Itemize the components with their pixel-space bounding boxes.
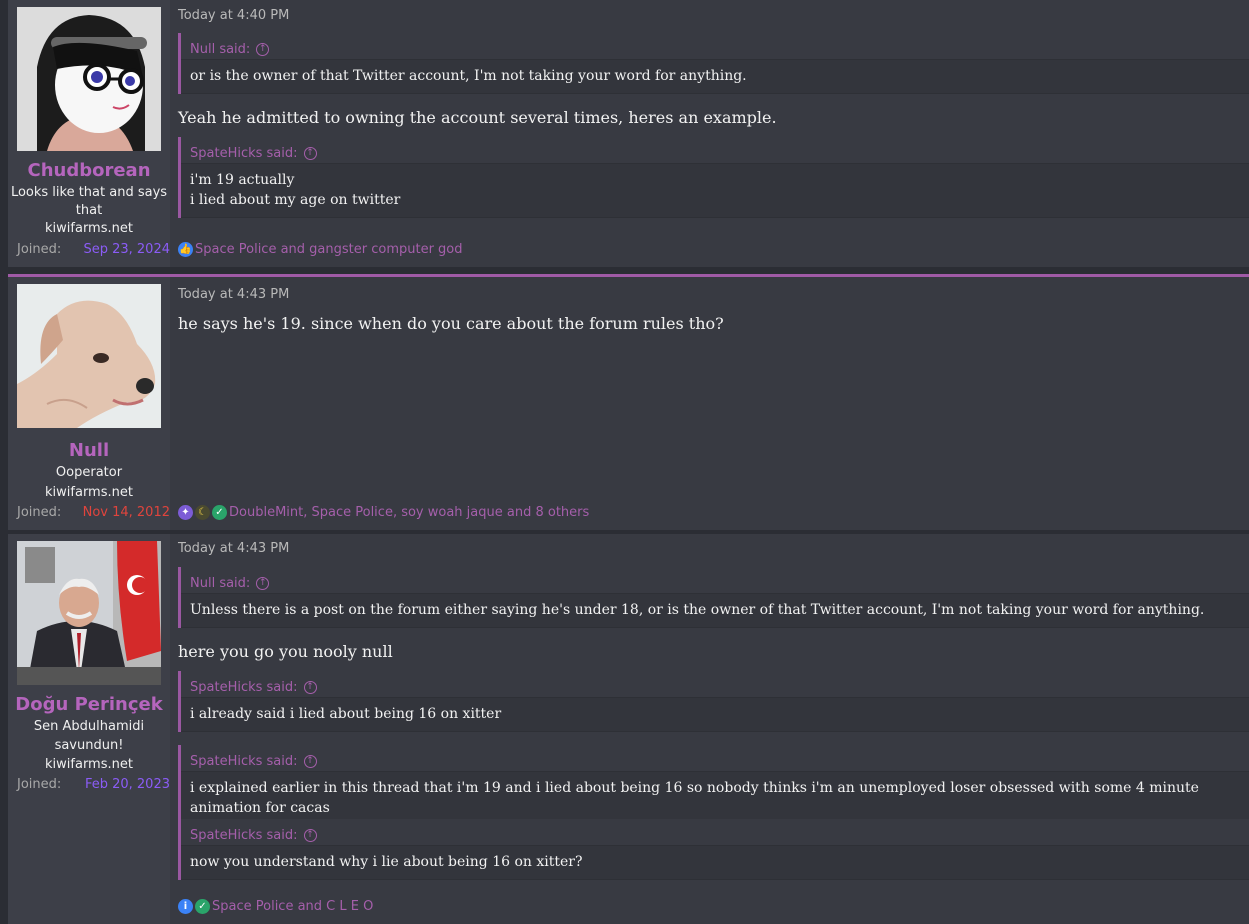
quote-author[interactable]: Null said: [190, 576, 250, 591]
quote-author[interactable]: Null said: [190, 42, 250, 57]
joined-date: Nov 14, 2012 [82, 505, 170, 520]
info-icon: i [178, 899, 193, 914]
joined-label: Joined: [17, 242, 62, 257]
post-timestamp[interactable]: Today at 4:43 PM [178, 541, 289, 556]
quote-line: Unless there is a post on the forum eith… [190, 602, 1205, 618]
quote-author[interactable]: SpateHicks said: [190, 680, 298, 695]
joined-row: Joined: Nov 14, 2012 [17, 505, 170, 520]
user-title: Sen Abdulhamidi savundun! kiwifarms.net [8, 717, 170, 774]
post-message: here you go you nooly null [178, 642, 393, 661]
username[interactable]: Chudborean [8, 160, 170, 181]
joined-date: Sep 23, 2024 [83, 242, 170, 257]
username[interactable]: Null [8, 440, 170, 461]
quote-body: Unless there is a post on the forum eith… [181, 593, 1249, 628]
quote-body: i explained earlier in this thread that … [181, 771, 1249, 826]
joined-row: Joined: Feb 20, 2023 [17, 777, 170, 792]
quote-header[interactable]: Null said: ↑ [181, 567, 1249, 593]
user-title: Ooperator kiwifarms.net [8, 463, 170, 503]
reactions-bar[interactable]: 👍 Space Police and gangster computer god [178, 242, 463, 257]
jump-up-icon[interactable]: ↑ [303, 829, 317, 842]
post-timestamp[interactable]: Today at 4:40 PM [178, 8, 289, 23]
quote-header[interactable]: SpateHicks said: ↑ [181, 671, 1249, 697]
user-title-line: that [75, 203, 103, 218]
reactions-text[interactable]: Space Police and C L E O [212, 899, 373, 914]
user-panel: Null Ooperator kiwifarms.net Joined: Nov… [8, 277, 170, 530]
post-content: Today at 4:43 PM Null said: ↑ Unless ther… [170, 534, 1249, 924]
jump-up-icon[interactable]: ↑ [303, 147, 317, 160]
reactions-bar[interactable]: i ✓ Space Police and C L E O [178, 899, 373, 914]
quote-header[interactable]: SpateHicks said: ↑ [181, 819, 1249, 845]
user-title-line: kiwifarms.net [45, 221, 133, 236]
username[interactable]: Doğu Perinçek [8, 694, 170, 715]
user-title-line: Sen Abdulhamidi [33, 719, 145, 734]
post-content: Today at 4:40 PM Null said: ↑ or is the o… [170, 0, 1249, 267]
moon-icon: ☾ [195, 505, 210, 520]
user-title-line: kiwifarms.net [45, 485, 133, 500]
user-panel: Chudborean Looks like that and says that… [8, 0, 170, 267]
post: Chudborean Looks like that and says that… [8, 0, 1249, 267]
jump-up-icon[interactable]: ↑ [256, 577, 270, 590]
quote-block: SpateHicks said: ↑ i'm 19 actually i lied… [178, 137, 1249, 218]
joined-label: Joined: [17, 777, 62, 792]
user-title-line: savundun! [54, 738, 124, 753]
quote-author[interactable]: SpateHicks said: [190, 754, 298, 769]
jump-up-icon[interactable]: ↑ [303, 681, 317, 694]
sparkle-icon: ✦ [178, 505, 193, 520]
user-title-line: kiwifarms.net [45, 757, 133, 772]
post-timestamp[interactable]: Today at 4:43 PM [178, 287, 289, 302]
quote-header[interactable]: Null said: ↑ [181, 33, 1249, 59]
quote-author[interactable]: SpateHicks said: [190, 828, 298, 843]
quote-body: i already said i lied about being 16 on … [181, 697, 1249, 732]
user-title-line: Ooperator [55, 465, 123, 480]
quote-body: now you understand why i lie about being… [181, 845, 1249, 880]
joined-label: Joined: [17, 505, 62, 520]
quote-body: i'm 19 actually i lied about my age on t… [181, 163, 1249, 218]
quote-header[interactable]: SpateHicks said: ↑ [181, 745, 1249, 771]
quote-author[interactable]: SpateHicks said: [190, 146, 298, 161]
reactions-bar[interactable]: ✦ ☾ ✓ DoubleMint, Space Police, soy woah… [178, 505, 589, 520]
quote-line: i already said i lied about being 16 on … [190, 706, 502, 722]
jump-up-icon[interactable]: ↑ [256, 43, 270, 56]
user-panel: Doğu Perinçek Sen Abdulhamidi savundun! … [8, 534, 170, 924]
avatar[interactable] [17, 541, 161, 685]
check-icon: ✓ [212, 505, 227, 520]
avatar[interactable] [17, 284, 161, 428]
quote-line: or is the owner of that Twitter account,… [190, 68, 747, 84]
joined-date: Feb 20, 2023 [84, 777, 170, 792]
check-icon: ✓ [195, 899, 210, 914]
user-title: Looks like that and says that kiwifarms.… [8, 184, 170, 238]
quote-line: i'm 19 actually [190, 172, 295, 188]
joined-row: Joined: Sep 23, 2024 [17, 242, 170, 257]
quote-block: SpateHicks said: ↑ i explained earlier in… [178, 745, 1249, 826]
quote-block: Null said: ↑ or is the owner of that Twit… [178, 33, 1249, 94]
post-message: Yeah he admitted to owning the account s… [178, 108, 777, 127]
quote-block: Null said: ↑ Unless there is a post on th… [178, 567, 1249, 628]
reactions-text[interactable]: DoubleMint, Space Police, soy woah jaque… [229, 505, 589, 520]
post-message: he says he's 19. since when do you care … [178, 314, 724, 333]
post: Null Ooperator kiwifarms.net Joined: Nov… [8, 274, 1249, 530]
jump-up-icon[interactable]: ↑ [303, 755, 317, 768]
like-icon: 👍 [178, 242, 193, 257]
quote-block: SpateHicks said: ↑ now you understand why… [178, 819, 1249, 880]
quote-header[interactable]: SpateHicks said: ↑ [181, 137, 1249, 163]
quote-body: or is the owner of that Twitter account,… [181, 59, 1249, 94]
quote-line: i lied about my age on twitter [190, 192, 401, 208]
user-title-line: Looks like that and says [10, 185, 168, 200]
post: Doğu Perinçek Sen Abdulhamidi savundun! … [8, 534, 1249, 924]
avatar[interactable] [17, 7, 161, 151]
quote-line: i explained earlier in this thread that … [190, 780, 1199, 816]
reactions-text[interactable]: Space Police and gangster computer god [195, 242, 463, 257]
post-content: Today at 4:43 PM he says he's 19. since … [170, 277, 1249, 530]
quote-line: now you understand why i lie about being… [190, 854, 583, 870]
quote-block: SpateHicks said: ↑ i already said i lied … [178, 671, 1249, 732]
